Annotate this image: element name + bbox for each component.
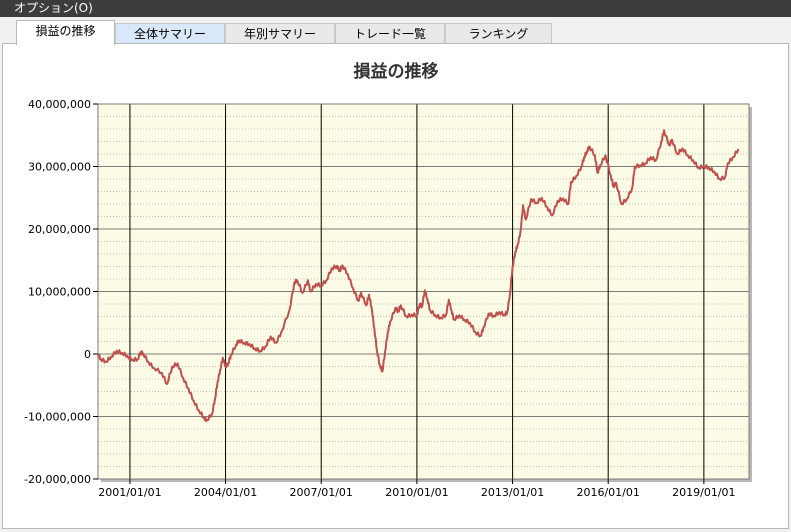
x-tick-label: 2010/01/01 [385,486,448,499]
y-tick-label: -10,000,000 [24,411,91,424]
y-tick-label: 10,000,000 [28,286,91,299]
chart-title: 損益の推移 [354,61,439,82]
x-tick-label: 2013/01/01 [481,486,544,499]
tab-pnl-trend[interactable]: 損益の推移 [16,20,115,45]
y-tick-label: 0 [84,348,91,361]
x-tick-label: 2004/01/01 [194,486,257,499]
pnl-chart: 損益の推移 40,000,000 30,000,000 20,000,000 10,0… [24,61,752,499]
x-tick-label: 2001/01/01 [98,486,161,499]
y-tick-label: 30,000,000 [28,161,91,174]
y-tick-label: -20,000,000 [24,473,91,486]
x-tick-label: 2007/01/01 [290,486,353,499]
x-tick-label: 2016/01/01 [576,486,639,499]
y-tick-label: 40,000,000 [28,98,91,111]
x-tick-label: 2019/01/01 [672,486,735,499]
y-axis: 40,000,000 30,000,000 20,000,000 10,000,000… [24,98,98,486]
y-tick-label: 20,000,000 [28,223,91,236]
